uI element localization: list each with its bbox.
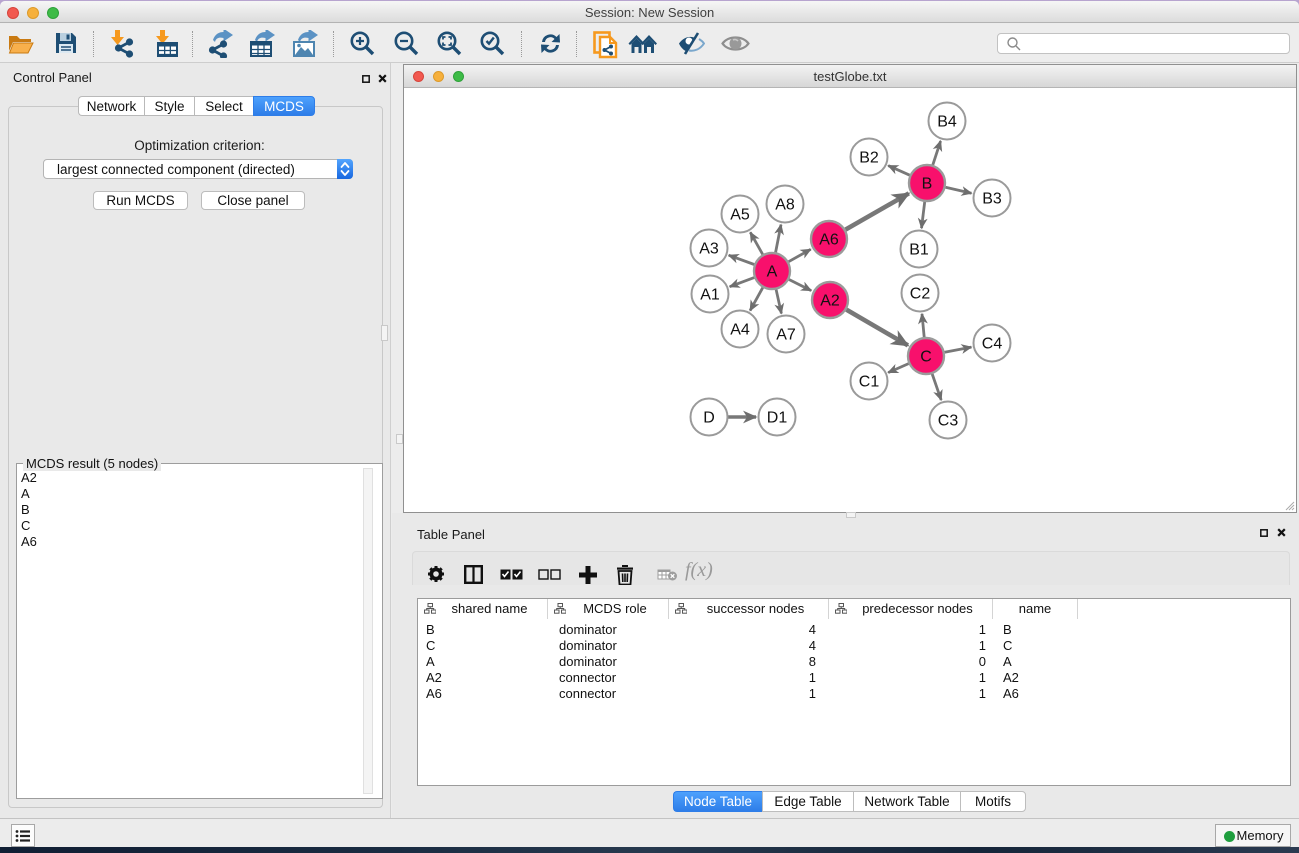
svg-text:B2: B2 [859,150,879,167]
svg-text:B4: B4 [937,114,957,131]
svg-text:A3: A3 [699,241,719,258]
svg-text:C4: C4 [982,336,1003,353]
svg-text:A4: A4 [730,322,750,339]
svg-text:A7: A7 [776,327,796,344]
svg-text:D1: D1 [767,410,788,427]
svg-text:C3: C3 [938,413,959,430]
svg-text:A8: A8 [775,197,795,214]
svg-text:C2: C2 [910,286,931,303]
svg-text:A1: A1 [700,287,720,304]
svg-text:A5: A5 [730,207,750,224]
svg-text:D: D [703,410,715,427]
svg-text:A: A [767,264,778,281]
svg-text:A6: A6 [819,232,839,249]
svg-text:C: C [920,349,932,366]
svg-text:B3: B3 [982,191,1002,208]
svg-text:B1: B1 [909,242,929,259]
svg-text:B: B [922,176,933,193]
svg-text:A2: A2 [820,293,840,310]
svg-text:C1: C1 [859,374,880,391]
